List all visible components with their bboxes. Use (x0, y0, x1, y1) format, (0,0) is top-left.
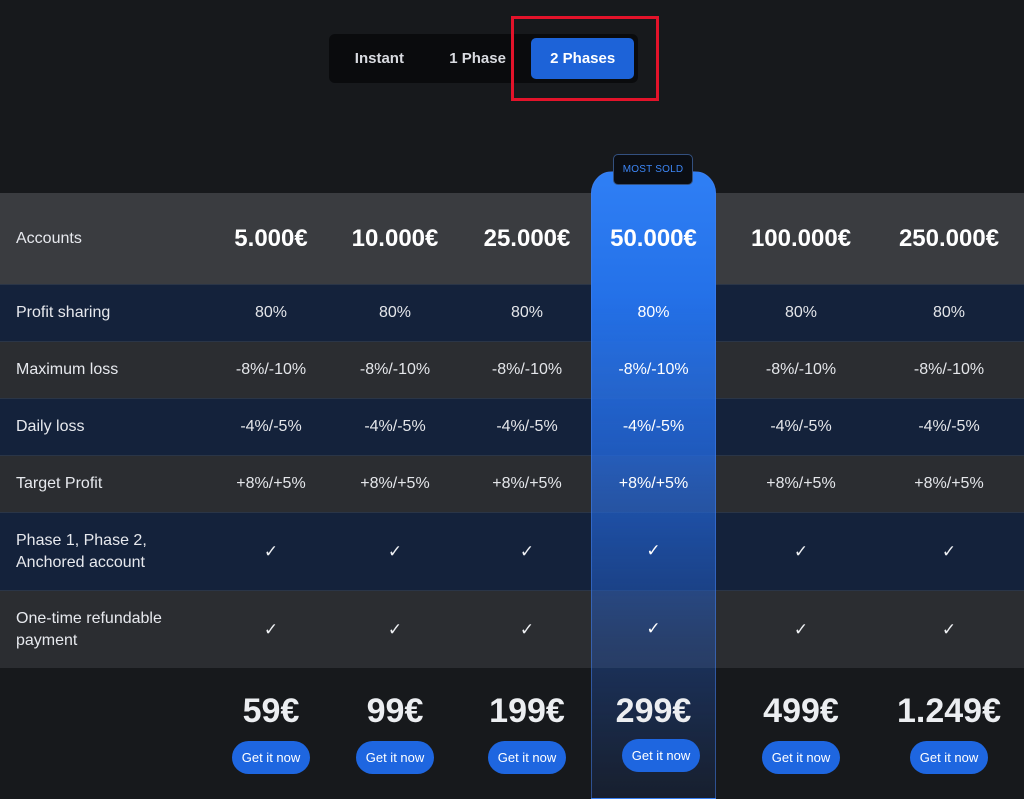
get-it-now-button[interactable]: Get it now (762, 741, 840, 774)
price-column: 59€ Get it now (206, 668, 336, 799)
price-highlighted: 299€ (615, 691, 692, 730)
row-label-line: Anchored account (16, 553, 145, 571)
row-label: Profit sharing (16, 304, 111, 321)
annotation-highlight-box (511, 16, 659, 101)
check-icon: ✓ (793, 541, 809, 561)
table-cell: -8%/-10% (913, 361, 985, 378)
table-cell: -8%/-10% (491, 361, 563, 378)
account-size-highlighted: 50.000€ (610, 224, 697, 252)
account-size: 100.000€ (750, 224, 852, 252)
table-cell: -8%/-10% (765, 361, 837, 378)
check-icon: ✓ (387, 619, 403, 639)
check-icon: ✓ (646, 619, 661, 638)
get-it-now-button[interactable]: Get it now (356, 741, 434, 774)
table-cell: -4%/-5% (364, 418, 426, 435)
table-cell: 80% (254, 304, 288, 321)
table-cell: 80% (510, 304, 544, 321)
table-cell: +8%/+5% (236, 475, 306, 492)
price-row: 59€ Get it now 99€ Get it now 199€ Get i… (0, 668, 1024, 799)
get-it-now-button[interactable]: Get it now (232, 741, 310, 774)
price-column: 199€ Get it now (462, 668, 592, 799)
table-row: Phase 1, Phase 2, Anchored account ✓ ✓ ✓… (0, 512, 1024, 590)
row-label: Target Profit (16, 475, 103, 492)
table-cell-highlighted: 80% (637, 303, 670, 321)
table-cell: -4%/-5% (918, 418, 980, 435)
table-row: One-time refundable payment ✓ ✓ ✓ ✓ ✓ (0, 590, 1024, 668)
price: 199€ (489, 692, 565, 730)
row-label: Phase 1, Phase 2, Anchored account (16, 513, 206, 590)
row-label-line: Phase 1, Phase 2, (16, 531, 147, 549)
check-icon: ✓ (941, 541, 957, 561)
price-column: 99€ Get it now (330, 668, 460, 799)
accounts-row: Accounts 5.000€ 10.000€ 25.000€ 100.000€… (0, 193, 1024, 284)
table-cell: -4%/-5% (770, 418, 832, 435)
check-icon: ✓ (263, 619, 279, 639)
row-label: Maximum loss (16, 361, 119, 378)
account-size: 250.000€ (898, 224, 1000, 252)
most-sold-badge: MOST SOLD (613, 154, 693, 185)
table-cell-highlighted: +8%/+5% (618, 474, 689, 492)
account-size: 10.000€ (351, 224, 439, 252)
table-cell: +8%/+5% (360, 475, 430, 492)
table-cell: -4%/-5% (240, 418, 302, 435)
table-cell: +8%/+5% (914, 475, 984, 492)
price: 99€ (366, 692, 424, 730)
table-row: Maximum loss -8%/-10% -8%/-10% -8%/-10% … (0, 341, 1024, 398)
row-label: Accounts (16, 229, 82, 247)
check-icon: ✓ (263, 541, 279, 561)
table-cell: -8%/-10% (235, 361, 307, 378)
table-row: Daily loss -4%/-5% -4%/-5% -4%/-5% -4%/-… (0, 398, 1024, 455)
check-icon: ✓ (519, 541, 535, 561)
price: 59€ (242, 692, 300, 730)
check-icon: ✓ (941, 619, 957, 639)
get-it-now-button[interactable]: Get it now (488, 741, 566, 774)
price: 499€ (763, 692, 839, 730)
table-cell: -8%/-10% (359, 361, 431, 378)
get-it-now-button[interactable]: Get it now (622, 739, 700, 772)
check-icon: ✓ (793, 619, 809, 639)
check-icon: ✓ (519, 619, 535, 639)
table-cell: -4%/-5% (496, 418, 558, 435)
get-it-now-button[interactable]: Get it now (910, 741, 988, 774)
pricing-table: Accounts 5.000€ 10.000€ 25.000€ 100.000€… (0, 193, 1024, 799)
price-column: 499€ Get it now (736, 668, 866, 799)
check-icon: ✓ (387, 541, 403, 561)
table-row: Target Profit +8%/+5% +8%/+5% +8%/+5% +8… (0, 455, 1024, 512)
row-label: Daily loss (16, 418, 85, 435)
account-size: 25.000€ (483, 224, 571, 252)
table-cell: 80% (378, 304, 412, 321)
price: 1.249€ (897, 692, 1001, 730)
table-cell-highlighted: -8%/-10% (618, 360, 689, 378)
table-cell-highlighted: -4%/-5% (622, 417, 685, 435)
table-row: Profit sharing 80% 80% 80% 80% 80% (0, 284, 1024, 341)
table-cell: +8%/+5% (492, 475, 562, 492)
table-cell: 80% (932, 304, 966, 321)
account-size: 5.000€ (234, 224, 308, 252)
price-column: 1.249€ Get it now (884, 668, 1014, 799)
row-label-line: payment (16, 631, 78, 649)
table-cell: +8%/+5% (766, 475, 836, 492)
check-icon: ✓ (646, 541, 661, 560)
row-label: One-time refundable payment (16, 591, 206, 668)
row-label-line: One-time refundable (16, 609, 162, 627)
tab-instant[interactable]: Instant (333, 38, 426, 79)
table-cell: 80% (784, 304, 818, 321)
